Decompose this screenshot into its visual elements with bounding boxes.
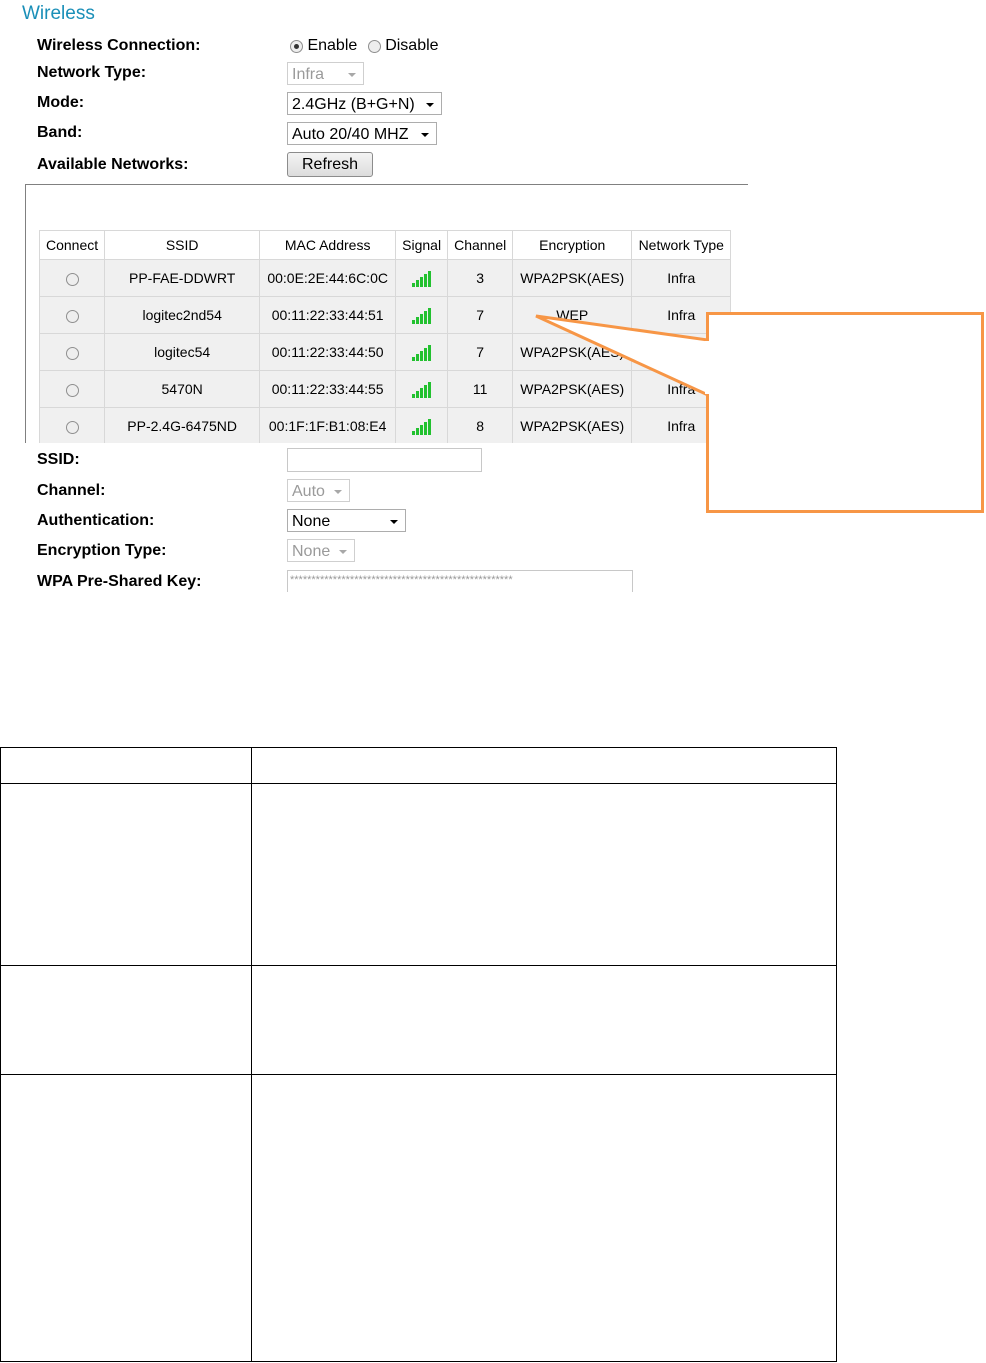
channel-select: Auto <box>287 479 350 502</box>
table-cell <box>251 747 837 784</box>
channel-label: Channel: <box>37 482 106 499</box>
table-cell <box>0 965 252 1075</box>
table-cell <box>251 1074 837 1362</box>
chevron-down-icon <box>334 490 342 494</box>
encryption-type-label: Encryption Type: <box>37 542 167 559</box>
channel-value: Auto <box>292 483 325 500</box>
table-cell <box>251 965 837 1075</box>
encryption-type-select: None <box>287 539 355 562</box>
encryption-type-value: None <box>292 543 331 560</box>
table-cell <box>251 783 837 966</box>
table-cell <box>0 783 252 966</box>
authentication-value: None <box>292 513 331 530</box>
table-cell <box>0 747 252 784</box>
table-cell <box>0 1074 252 1362</box>
chevron-down-icon <box>339 550 347 554</box>
wpa-key-input[interactable]: ****************************************… <box>287 570 633 592</box>
chevron-down-icon <box>390 520 398 524</box>
authentication-label: Authentication: <box>37 512 155 529</box>
authentication-select[interactable]: None <box>287 509 406 532</box>
wpa-key-label: WPA Pre-Shared Key: <box>37 573 202 590</box>
callout-box <box>706 312 984 513</box>
ssid-input[interactable] <box>287 448 482 472</box>
ssid-label: SSID: <box>37 451 80 468</box>
document-table <box>0 747 837 1362</box>
